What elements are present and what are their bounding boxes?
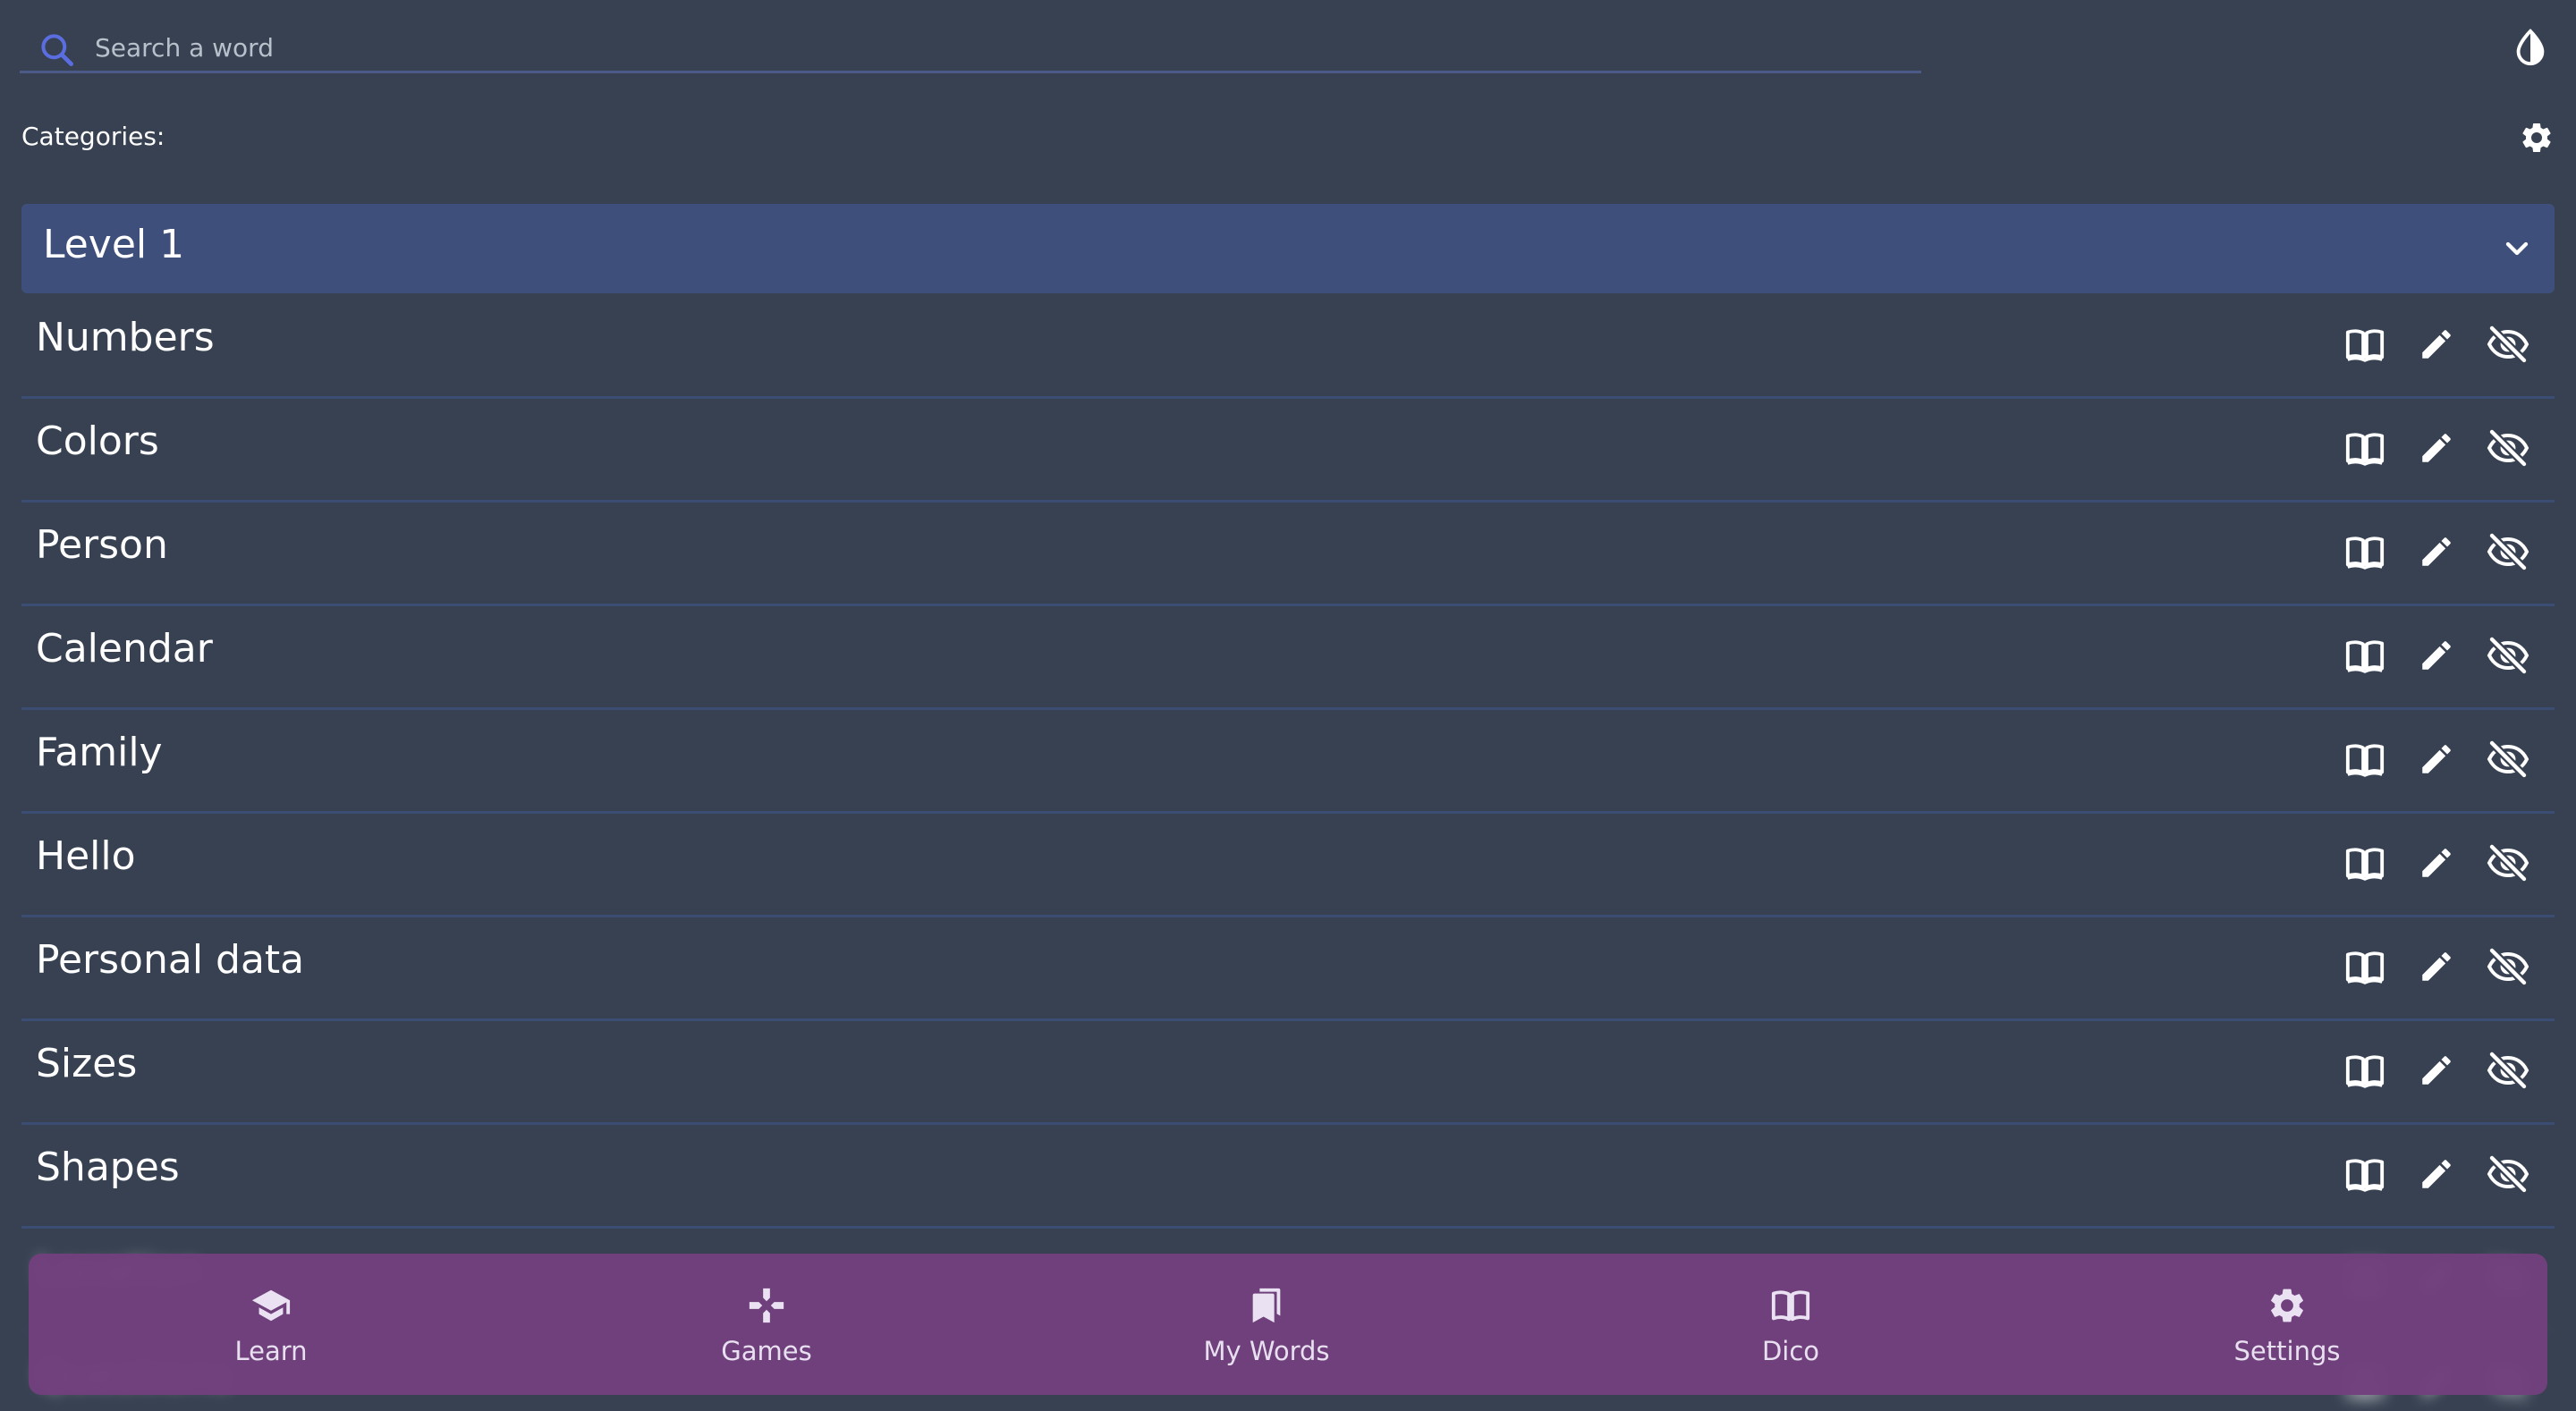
book-icon[interactable] — [2343, 738, 2386, 781]
category-row[interactable]: Colors — [21, 399, 2555, 503]
bottom-navigation: Learn Games My Words Dico Settings — [29, 1254, 2547, 1395]
nav-dico[interactable]: Dico — [1683, 1254, 1898, 1395]
category-label: Family — [36, 730, 163, 775]
nav-label-settings: Settings — [2233, 1336, 2341, 1366]
category-actions — [2343, 944, 2529, 989]
pencil-icon[interactable] — [2415, 634, 2458, 677]
category-actions — [2343, 322, 2529, 367]
category-label: Personal data — [36, 937, 305, 983]
book-icon[interactable] — [2343, 323, 2386, 366]
category-actions — [2343, 1048, 2529, 1093]
pencil-icon[interactable] — [2415, 323, 2458, 366]
gear-icon — [2522, 123, 2551, 152]
nav-settings[interactable]: Settings — [2180, 1254, 2394, 1395]
chevron-down-icon — [2499, 231, 2535, 266]
category-row[interactable]: Family — [21, 710, 2555, 814]
category-list: Numbers Colors Person Calendar Family Hello Pe… — [21, 295, 2555, 1411]
eye-off-icon[interactable] — [2487, 945, 2529, 988]
category-row[interactable]: Person — [21, 503, 2555, 606]
book-icon[interactable] — [2343, 945, 2386, 988]
category-row[interactable]: Calendar — [21, 606, 2555, 710]
app-screen: Categories: Level 1 Numbers Colors Person C… — [0, 0, 2576, 1411]
gear-icon — [2264, 1282, 2310, 1329]
nav-label-learn: Learn — [234, 1336, 308, 1366]
book-icon[interactable] — [2343, 1049, 2386, 1092]
gamepad-icon — [743, 1282, 790, 1329]
category-label: Person — [36, 522, 168, 568]
pencil-icon[interactable] — [2415, 945, 2458, 988]
category-actions — [2343, 426, 2529, 470]
book-icon[interactable] — [2343, 427, 2386, 469]
eye-off-icon[interactable] — [2487, 427, 2529, 469]
categories-settings-button[interactable] — [2519, 120, 2555, 156]
nav-learn[interactable]: Learn — [164, 1254, 378, 1395]
category-row[interactable]: Numbers — [21, 295, 2555, 399]
pencil-icon[interactable] — [2415, 1153, 2458, 1196]
category-label: Colors — [36, 418, 159, 464]
category-actions — [2343, 633, 2529, 678]
eye-off-icon[interactable] — [2487, 1153, 2529, 1196]
category-row[interactable]: Shapes — [21, 1125, 2555, 1229]
category-row[interactable]: Hello — [21, 814, 2555, 917]
level-title: Level 1 — [43, 222, 185, 267]
category-row[interactable]: Personal data — [21, 917, 2555, 1021]
nav-label-dico: Dico — [1761, 1336, 1820, 1366]
category-label: Hello — [36, 833, 136, 879]
eye-off-icon[interactable] — [2487, 323, 2529, 366]
eye-off-icon[interactable] — [2487, 1049, 2529, 1092]
category-actions — [2343, 737, 2529, 782]
nav-label-games: Games — [721, 1336, 812, 1366]
book-icon[interactable] — [2343, 634, 2386, 677]
category-row[interactable]: Sizes — [21, 1021, 2555, 1125]
category-actions — [2343, 841, 2529, 885]
pencil-icon[interactable] — [2415, 530, 2458, 573]
book-icon[interactable] — [2343, 841, 2386, 884]
level-1-accordion-header[interactable]: Level 1 — [21, 204, 2555, 293]
category-label: Shapes — [36, 1145, 180, 1190]
pencil-icon[interactable] — [2415, 1049, 2458, 1092]
pencil-icon[interactable] — [2415, 427, 2458, 469]
category-actions — [2343, 1152, 2529, 1196]
open-book-icon — [1767, 1282, 1814, 1329]
search-input[interactable] — [93, 25, 1796, 70]
eye-off-icon[interactable] — [2487, 530, 2529, 573]
category-actions — [2343, 529, 2529, 574]
category-label: Sizes — [36, 1041, 138, 1086]
graduation-cap-icon — [248, 1282, 294, 1329]
bookmarks-icon — [1243, 1282, 1290, 1329]
contrast-toggle-button[interactable] — [2510, 27, 2551, 68]
category-label: Calendar — [36, 626, 213, 672]
book-icon[interactable] — [2343, 1153, 2386, 1196]
search-icon — [38, 30, 77, 70]
category-label: Numbers — [36, 315, 215, 360]
eye-off-icon[interactable] — [2487, 634, 2529, 677]
eye-off-icon[interactable] — [2487, 738, 2529, 781]
book-icon[interactable] — [2343, 530, 2386, 573]
categories-label: Categories: — [21, 122, 165, 151]
contrast-icon — [2516, 29, 2545, 66]
pencil-icon[interactable] — [2415, 738, 2458, 781]
nav-games[interactable]: Games — [659, 1254, 874, 1395]
nav-label-my-words: My Words — [1203, 1336, 1330, 1366]
search-bar — [20, 21, 1921, 73]
pencil-icon[interactable] — [2415, 841, 2458, 884]
eye-off-icon[interactable] — [2487, 841, 2529, 884]
nav-my-words[interactable]: My Words — [1159, 1254, 1374, 1395]
